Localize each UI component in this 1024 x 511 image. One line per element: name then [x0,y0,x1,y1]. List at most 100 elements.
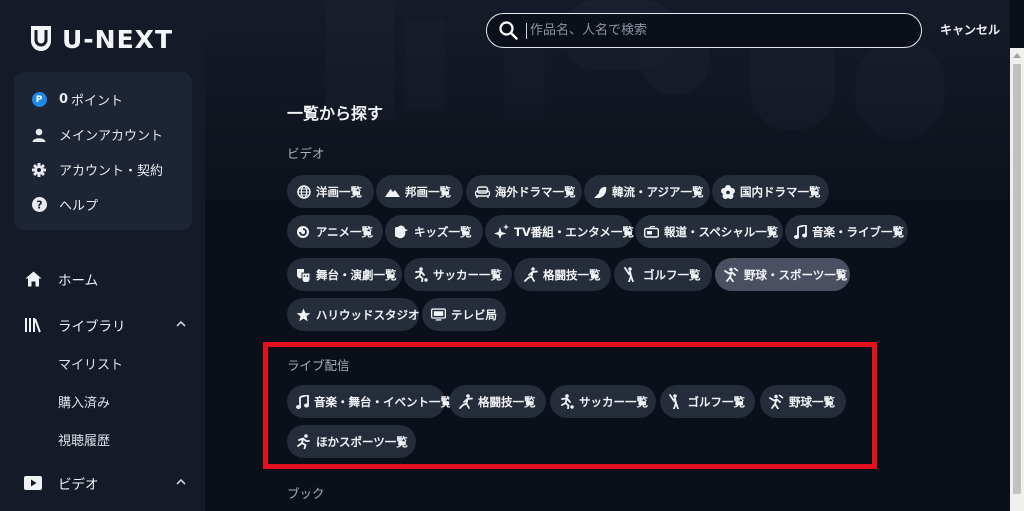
live-chip[interactable]: 音楽・舞台・イベント一覧 [287,385,452,418]
theater-mask-icon [296,267,311,282]
account-contract-item[interactable]: アカウント・契約 [14,152,192,187]
sidebar: U-NEXT P 0 ポイント メインアカウント アカウント・契約 ? ヘルプ … [0,0,205,511]
video-chip[interactable]: アニメ一覧 [287,215,383,248]
page-title: 一覧から探す [287,104,384,123]
video-chip[interactable]: 洋画一覧 [287,175,374,208]
camera-icon [644,224,659,239]
sofa-icon [475,184,490,199]
live-chip-label: 音楽・舞台・イベント一覧 [314,394,452,409]
star-icon [296,307,311,322]
help-item[interactable]: ? ヘルプ [14,187,192,222]
video-chip-label: 洋画一覧 [316,184,362,199]
music-note-icon [296,394,309,409]
video-chip[interactable]: 音楽・ライブ一覧 [785,215,908,248]
nav-video-label: ビデオ [58,477,99,493]
help-label: ヘルプ [59,199,99,214]
video-chip[interactable]: 韓流・アジア一覧 [584,175,710,208]
chevron-up-icon[interactable] [175,318,187,330]
video-chip-label: アニメ一覧 [315,224,373,239]
nav-library-label: ライブラリ [58,319,126,335]
main-account-label: メインアカウント [59,129,164,144]
chick-icon [394,224,409,239]
video-chip[interactable]: 国内ドラマ一覧 [712,175,829,208]
tv-icon [431,307,446,322]
mountain-icon [385,184,400,199]
points-value: 0 [59,92,69,107]
logo-text: U-NEXT [62,24,174,54]
scroll-up-arrow-icon[interactable] [1013,52,1021,58]
chevron-up-icon[interactable] [175,476,187,488]
main-account-item[interactable]: メインアカウント [14,117,192,152]
point-icon: P [31,92,47,108]
live-chip[interactable]: 格闘技一覧 [449,385,546,418]
video-chip[interactable]: ハリウッドスタジオ [287,298,420,331]
sparkle-icon [494,224,509,239]
video-chip-label: TV番組・エンタメ一覧 [514,224,634,239]
video-chip-label: 国内ドラマ一覧 [740,184,821,199]
nav-mylist[interactable]: マイリスト [0,344,205,382]
video-chip[interactable]: キッズ一覧 [385,215,483,248]
help-icon: ? [31,197,47,213]
scrollbar[interactable] [1010,48,1024,511]
video-chip[interactable]: 舞台・演劇一覧 [287,258,402,291]
video-chip[interactable]: 邦画一覧 [376,175,463,208]
nav-library[interactable]: ライブラリ [0,306,205,344]
gear-icon [31,162,47,178]
runner-icon [296,434,311,449]
logo[interactable]: U-NEXT [30,24,173,54]
soccer-player-icon [413,267,428,282]
swirl-icon [296,224,311,239]
search-input[interactable] [526,22,921,39]
section-label-live: ライブ配信 [287,358,350,373]
search-icon [499,21,518,40]
account-menu: P 0 ポイント メインアカウント アカウント・契約 ? ヘルプ [14,72,192,230]
nav-purchased[interactable]: 購入済み [0,382,205,420]
unext-shield-icon [31,26,51,51]
video-chip-label: テレビ局 [451,307,497,322]
video-chip-label: キッズ一覧 [414,224,472,239]
live-chip-label: ほかスポーツ一覧 [316,434,408,449]
video-chip[interactable]: 格闘技一覧 [514,258,611,291]
library-icon [24,316,42,334]
live-chip-label: 野球一覧 [789,394,835,409]
user-icon [31,127,47,143]
golfer-icon [623,267,638,282]
scrollbar-thumb[interactable] [1013,64,1021,494]
live-chip[interactable]: ゴルフ一覧 [660,385,755,418]
search-bar[interactable] [486,13,922,48]
fighter-icon [523,267,538,282]
account-contract-label: アカウント・契約 [59,164,164,179]
live-chip[interactable]: 野球一覧 [760,385,846,418]
video-chip-label: ゴルフ一覧 [643,267,701,282]
video-chip[interactable]: サッカー一覧 [404,258,512,291]
scrollbar-top-area [1010,0,1024,48]
video-chip-label: 音楽・ライブ一覧 [812,224,904,239]
nav-home-label: ホーム [58,273,99,289]
video-chip[interactable]: 報道・スペシャル一覧 [635,215,783,248]
video-chip[interactable]: ゴルフ一覧 [614,258,712,291]
globe-icon [296,184,311,199]
nav-history[interactable]: 視聴履歴 [0,420,205,458]
video-chip-label: 野球・スポーツ一覧 [744,267,848,282]
golfer-icon [669,394,683,409]
home-icon [24,270,42,288]
nav-home[interactable]: ホーム [0,260,205,298]
nav-video[interactable]: ビデオ [0,464,205,502]
live-chip[interactable]: サッカー一覧 [550,385,656,418]
video-chip[interactable]: テレビ局 [422,298,506,331]
flower-icon [721,184,735,199]
video-chip-label: 邦画一覧 [405,184,451,199]
points-item[interactable]: P 0 ポイント [14,82,192,117]
svg-text:?: ? [36,199,42,212]
section-label-video: ビデオ [287,146,325,161]
cancel-button[interactable]: キャンセル [940,21,1000,38]
video-chip[interactable]: 野球・スポーツ一覧 [715,258,850,291]
video-chip-label: 舞台・演劇一覧 [316,267,397,282]
live-chip[interactable]: ほかスポーツ一覧 [287,425,416,458]
main-nav: ホーム ライブラリ マイリスト 購入済み 視聴履歴 ビデオ [0,260,205,502]
video-chip[interactable]: 海外ドラマ一覧 [466,175,582,208]
live-chip-label: ゴルフ一覧 [687,394,746,409]
video-chip[interactable]: TV番組・エンタメ一覧 [485,215,634,248]
points-label: ポイント [71,94,124,109]
fighter-icon [458,394,473,409]
